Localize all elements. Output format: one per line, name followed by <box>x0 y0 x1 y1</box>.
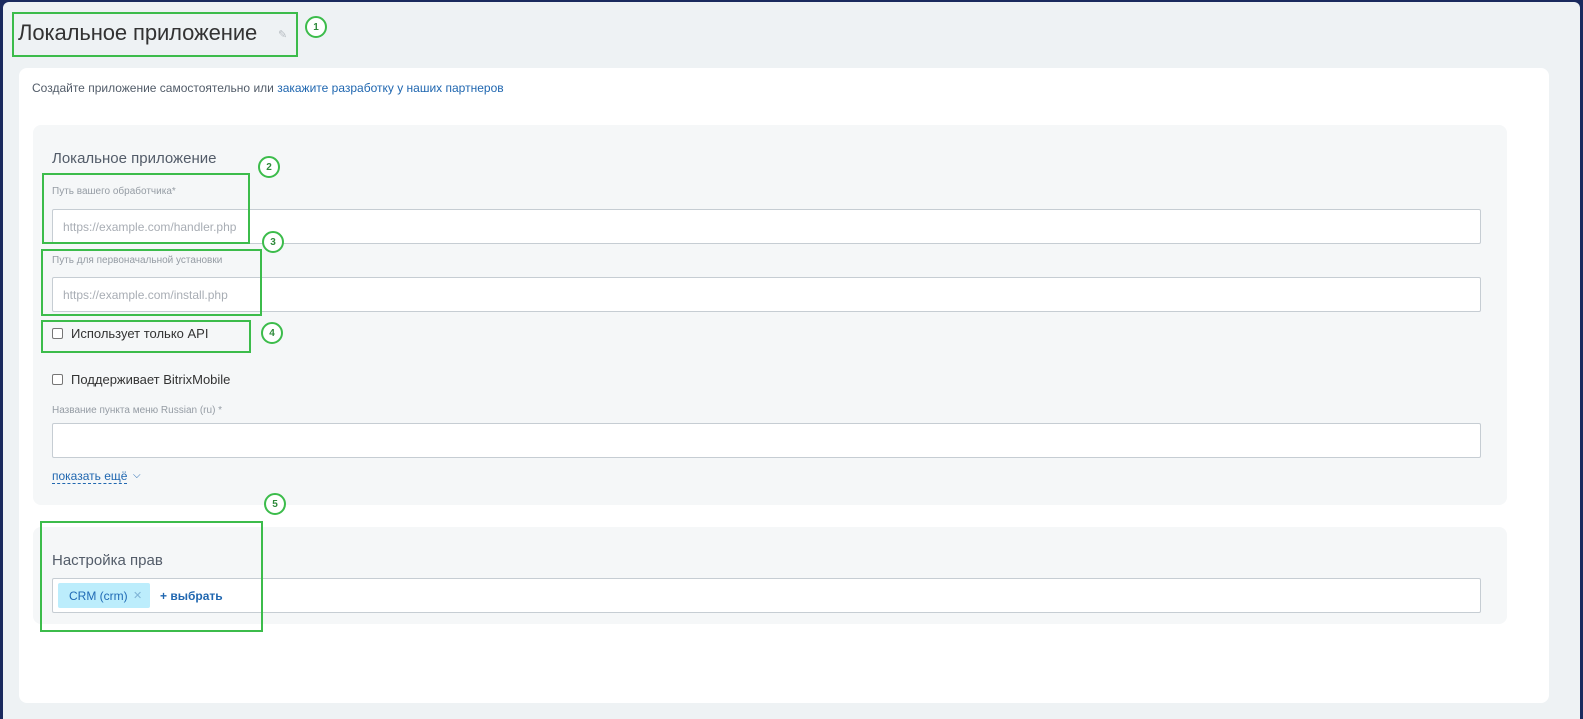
local-app-section-title: Локальное приложение <box>52 150 217 167</box>
annotation-marker-5: 5 <box>264 493 286 515</box>
bitrix-mobile-label: Поддерживает BitrixMobile <box>71 372 231 387</box>
annotation-marker-1: 1 <box>305 16 327 38</box>
annotation-box-3 <box>41 249 262 316</box>
bitrix-mobile-checkbox[interactable] <box>52 374 63 385</box>
bitrix-mobile-checkbox-row[interactable]: Поддерживает BitrixMobile <box>52 372 230 387</box>
annotation-box-4 <box>41 320 251 353</box>
intro-text-plain: Создайте приложение самостоятельно или <box>32 81 278 95</box>
menu-name-label: Название пункта меню Russian (ru) * <box>52 405 223 416</box>
rights-selector-box[interactable] <box>52 578 1481 613</box>
chevron-down-icon[interactable]: ⌵ <box>133 470 141 481</box>
annotation-marker-3: 3 <box>262 231 284 253</box>
menu-name-input[interactable] <box>52 423 1481 458</box>
order-development-link[interactable]: закажите разработку у наших партнеров <box>277 81 503 95</box>
intro-text: Создайте приложение самостоятельно или з… <box>32 81 504 95</box>
install-path-input[interactable] <box>52 277 1481 312</box>
annotation-box-2 <box>42 173 250 244</box>
annotation-box-5 <box>40 521 263 632</box>
annotation-marker-2: 2 <box>258 156 280 178</box>
show-more-link[interactable]: показать ещё <box>52 469 128 484</box>
annotation-marker-4: 4 <box>261 322 283 344</box>
annotation-box-1 <box>12 12 298 57</box>
